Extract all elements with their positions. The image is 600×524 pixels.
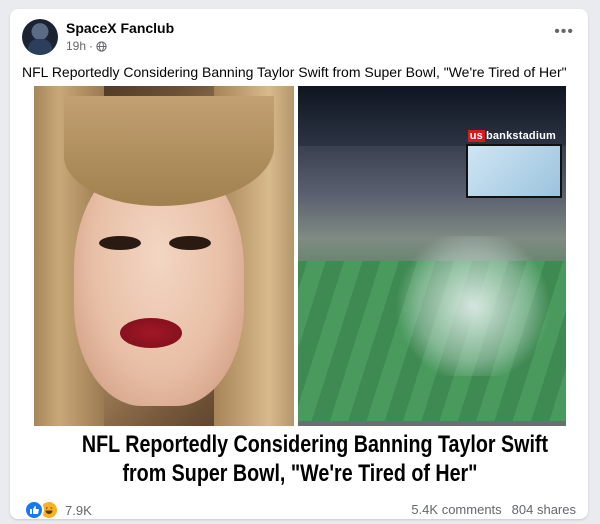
post-image[interactable]: us bankstadium NFL Reportedly Considering… xyxy=(34,86,566,495)
reactions-summary[interactable]: 7.9K xyxy=(24,500,92,519)
post-time[interactable]: 19h xyxy=(66,39,86,53)
stadium-sign-rest: bankstadium xyxy=(485,130,556,142)
stadium-sign-us: us xyxy=(467,130,485,142)
portrait-photo xyxy=(34,86,294,426)
post-card: SpaceX Fanclub 19h · ••• NFL Reportedly … xyxy=(10,9,588,519)
stadium-photo: us bankstadium xyxy=(298,86,566,426)
headline-line-1: NFL Reportedly Considering Banning Taylo… xyxy=(81,431,549,458)
shares-count[interactable]: 804 shares xyxy=(512,502,576,517)
page-avatar[interactable] xyxy=(22,19,58,55)
confetti-cloud xyxy=(388,236,558,376)
image-headline: NFL Reportedly Considering Banning Taylo… xyxy=(81,430,549,488)
stadium-video-board xyxy=(466,144,562,198)
more-options-icon[interactable]: ••• xyxy=(554,23,574,41)
page-name[interactable]: SpaceX Fanclub xyxy=(66,20,174,36)
post-caption: NFL Reportedly Considering Banning Taylo… xyxy=(22,64,567,80)
post-meta: 19h · xyxy=(66,39,107,53)
like-icon xyxy=(24,500,44,519)
stadium-sign: us bankstadium xyxy=(467,130,556,142)
reaction-count: 7.9K xyxy=(65,502,92,518)
meta-separator: · xyxy=(89,39,94,53)
comments-count[interactable]: 5.4K comments xyxy=(411,502,501,517)
post-footer: 7.9K 5.4K comments 804 shares xyxy=(24,500,576,519)
avatar-figure xyxy=(28,39,52,55)
globe-icon xyxy=(96,40,107,52)
headline-line-2: from Super Bowl, "We're Tired of Her" xyxy=(122,460,478,487)
eye-right xyxy=(169,236,211,250)
lips xyxy=(120,318,182,348)
eye-left xyxy=(99,236,141,250)
engagement-counts: 5.4K comments 804 shares xyxy=(411,502,576,517)
